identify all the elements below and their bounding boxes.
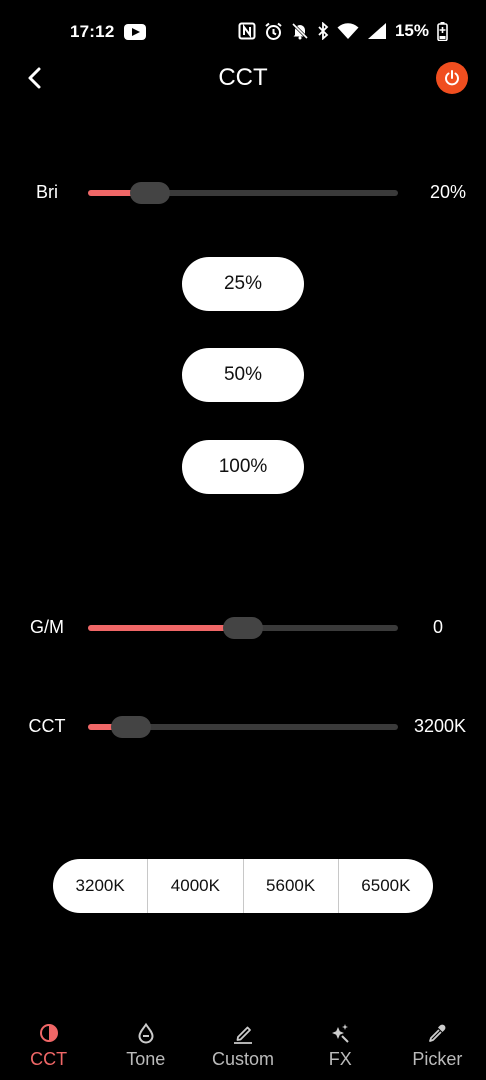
status-bar: 17:12 15% [0, 0, 486, 64]
alarm-icon [265, 22, 282, 40]
youtube-notification-icon [124, 24, 146, 40]
cct-preset-3200k-button[interactable]: 3200K [53, 859, 149, 913]
page-title: CCT [218, 64, 268, 91]
power-button[interactable] [436, 62, 468, 94]
gm-value: 0 [432, 617, 443, 637]
brightness-preset-25-button[interactable]: 25% [182, 257, 304, 311]
brightness-preset-100-button[interactable]: 100% [182, 440, 304, 494]
cct-label: CCT [28, 716, 66, 736]
brightness-slider-thumb[interactable] [130, 182, 170, 204]
cct-slider[interactable] [88, 716, 398, 738]
bottom-nav: CCT Tone Custom FX Picker [0, 1016, 486, 1080]
drop-icon [138, 1022, 154, 1044]
battery-percentage: 15% [394, 21, 429, 40]
cct-preset-5600k-button[interactable]: 5600K [244, 859, 339, 913]
nav-label-cct: CCT [30, 1049, 68, 1069]
bell-off-icon [291, 22, 309, 40]
nav-item-cct[interactable]: CCT [0, 1016, 97, 1080]
status-icons: 15% [238, 21, 448, 41]
brightness-value: 20% [429, 182, 466, 202]
status-time: 17:12 [70, 22, 115, 41]
cct-preset-6500k-button[interactable]: 6500K [339, 859, 433, 913]
gm-slider-row: G/M 0 [0, 607, 486, 647]
pencil-icon [234, 1026, 252, 1044]
half-circle-icon [39, 1024, 58, 1042]
brightness-preset-50-button[interactable]: 50% [182, 348, 304, 402]
nfc-icon [238, 22, 256, 40]
nav-label-fx: FX [328, 1049, 352, 1069]
cct-slider-thumb[interactable] [111, 716, 152, 738]
brightness-slider[interactable] [88, 182, 398, 204]
brightness-slider-row: Bri 20% [0, 172, 486, 212]
gm-slider[interactable] [88, 617, 398, 639]
brightness-label: Bri [36, 182, 58, 202]
cct-preset-4000k-button[interactable]: 4000K [148, 859, 244, 913]
nav-label-picker: Picker [412, 1049, 463, 1069]
cct-value: 3200K [413, 716, 466, 736]
nav-item-picker[interactable]: Picker [389, 1016, 486, 1080]
cct-slider-row: CCT 3200K [0, 706, 486, 746]
bluetooth-icon [318, 22, 329, 40]
gm-slider-thumb[interactable] [223, 617, 263, 639]
nav-item-custom[interactable]: Custom [194, 1016, 291, 1080]
sparkle-icon [332, 1024, 349, 1043]
battery-charging-icon [437, 21, 448, 41]
nav-item-tone[interactable]: Tone [97, 1016, 194, 1080]
eyedropper-icon [429, 1024, 446, 1042]
gm-slider-fill [88, 625, 243, 631]
wifi-icon [337, 22, 359, 39]
nav-label-custom: Custom [212, 1049, 275, 1069]
signal-icon [367, 23, 386, 39]
nav-label-tone: Tone [126, 1049, 166, 1069]
nav-item-fx[interactable]: FX [292, 1016, 389, 1080]
gm-label: G/M [30, 617, 64, 637]
power-icon [445, 70, 459, 86]
cct-preset-group: 3200K 4000K 5600K 6500K [53, 859, 433, 913]
